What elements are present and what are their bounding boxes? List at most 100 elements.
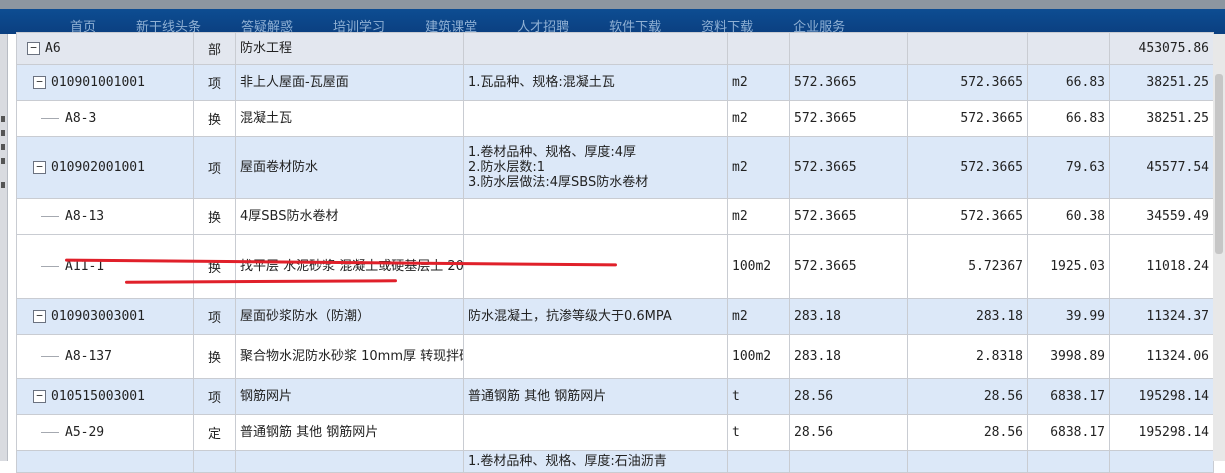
unit-cell[interactable]: m2 — [727, 198, 790, 235]
code-cell[interactable]: A8-13 — [16, 198, 194, 235]
unit-price-cell[interactable] — [1027, 32, 1110, 65]
unit-cell[interactable]: t — [727, 378, 790, 415]
feature-cell[interactable] — [463, 32, 728, 65]
table-row[interactable]: −010515003001 项钢筋网片 普通钢筋 其他 钢筋网片 t 28.56 28.5… — [16, 378, 1214, 415]
unit-price-cell[interactable]: 60.38 — [1027, 198, 1110, 235]
table-row[interactable]: A5-29 定普通钢筋 其他 钢筋网片 t 28.56 28.56 6838.17 1952… — [16, 414, 1214, 451]
unit-price-cell[interactable]: 66.83 — [1027, 100, 1110, 137]
table-row[interactable]: −010903003001 项屋面砂浆防水（防潮） 防水混凝土，抗渗等级大于0.6M… — [16, 298, 1214, 335]
table-row[interactable]: A8-3 换混凝土瓦 m2 572.3665 572.3665 66.83 38251.25 — [16, 100, 1214, 137]
total-price-cell[interactable]: 34559.49 — [1109, 198, 1214, 235]
unit-cell[interactable] — [727, 32, 790, 65]
total-price-cell[interactable]: 195298.14 — [1109, 378, 1214, 415]
name-cell[interactable]: 聚合物水泥防水砂浆 10mm厚 转现拌砂浆 — [235, 334, 464, 379]
type-cell[interactable]: 换 — [193, 100, 236, 137]
name-cell[interactable]: 找平层 水泥砂浆 混凝土或硬基层上 20mm 换为【聚合物防水砂浆】 — [235, 234, 464, 299]
name-cell[interactable]: 屋面砂浆防水（防潮） — [235, 298, 464, 335]
total-price-cell[interactable]: 11018.24 — [1109, 234, 1214, 299]
unit-cell[interactable]: m2 — [727, 136, 790, 199]
code-cell[interactable]: A8-137 — [16, 334, 194, 379]
unit-price-cell[interactable]: 1925.03 — [1027, 234, 1110, 299]
quantity-expression-cell[interactable]: 572.3665 — [789, 100, 908, 137]
type-cell[interactable]: 项 — [193, 378, 236, 415]
quantity-cell[interactable]: 2.8318 — [907, 334, 1028, 379]
quantity-cell[interactable]: 28.56 — [907, 414, 1028, 451]
type-cell[interactable]: 部 — [193, 32, 236, 65]
code-cell[interactable]: −010515003001 — [16, 378, 194, 415]
table-row[interactable]: − A6 部防水工程 453075.86 — [16, 32, 1214, 65]
feature-cell[interactable] — [463, 100, 728, 137]
quantity-expression-cell[interactable]: 28.56 — [789, 378, 908, 415]
unit-price-cell[interactable]: 39.99 — [1027, 298, 1110, 335]
quantity-expression-cell[interactable]: 283.18 — [789, 298, 908, 335]
total-price-cell[interactable] — [1109, 450, 1214, 473]
feature-cell[interactable]: 1.瓦品种、规格:混凝土瓦 — [463, 64, 728, 101]
quantity-cell[interactable]: 572.3665 — [907, 136, 1028, 199]
quantity-cell[interactable]: 572.3665 — [907, 198, 1028, 235]
quantity-cell[interactable]: 5.72367 — [907, 234, 1028, 299]
quantity-cell[interactable] — [907, 450, 1028, 473]
type-cell[interactable]: 项 — [193, 298, 236, 335]
code-cell[interactable] — [16, 450, 194, 473]
name-cell[interactable]: 混凝土瓦 — [235, 100, 464, 137]
feature-cell[interactable] — [463, 198, 728, 235]
table-row[interactable]: −010901001001 项非上人屋面-瓦屋面 1.瓦品种、规格:混凝土瓦 m2 57… — [16, 64, 1214, 101]
feature-cell[interactable] — [463, 234, 728, 299]
quantity-expression-cell[interactable]: 283.18 — [789, 334, 908, 379]
unit-price-cell[interactable]: 66.83 — [1027, 64, 1110, 101]
quantity-expression-cell[interactable]: 572.3665 — [789, 234, 908, 299]
code-cell[interactable]: −010902001001 — [16, 136, 194, 199]
code-cell[interactable]: −010903003001 — [16, 298, 194, 335]
code-cell[interactable]: −010901001001 — [16, 64, 194, 101]
type-cell[interactable]: 换 — [193, 234, 236, 299]
feature-cell[interactable]: 1.卷材品种、规格、厚度:4厚 2.防水层数:1 3.防水层做法:4厚SBS防水卷材 — [463, 136, 728, 199]
quantity-cell[interactable]: 572.3665 — [907, 64, 1028, 101]
code-cell[interactable]: A5-29 — [16, 414, 194, 451]
name-cell[interactable]: 非上人屋面-瓦屋面 — [235, 64, 464, 101]
name-cell[interactable]: 4厚SBS防水卷材 — [235, 198, 464, 235]
feature-cell[interactable]: 普通钢筋 其他 钢筋网片 — [463, 378, 728, 415]
total-price-cell[interactable]: 11324.06 — [1109, 334, 1214, 379]
name-cell[interactable] — [235, 450, 464, 473]
table-row[interactable]: A8-137 换聚合物水泥防水砂浆 10mm厚 转现拌砂浆 100m2 283.18 2… — [16, 334, 1214, 379]
unit-cell[interactable] — [727, 450, 790, 473]
quantity-expression-cell[interactable]: 572.3665 — [789, 64, 908, 101]
unit-cell[interactable]: m2 — [727, 100, 790, 137]
unit-cell[interactable]: 100m2 — [727, 334, 790, 379]
unit-cell[interactable]: t — [727, 414, 790, 451]
unit-price-cell[interactable] — [1027, 450, 1110, 473]
code-cell[interactable]: A8-3 — [16, 100, 194, 137]
quantity-cell[interactable]: 572.3665 — [907, 100, 1028, 137]
collapse-toggle-icon[interactable]: − — [33, 390, 46, 403]
collapse-toggle-icon[interactable]: − — [33, 161, 46, 174]
type-cell[interactable]: 项 — [193, 136, 236, 199]
unit-price-cell[interactable]: 6838.17 — [1027, 414, 1110, 451]
quantity-expression-cell[interactable]: 28.56 — [789, 414, 908, 451]
table-row[interactable]: A11-1换找平层 水泥砂浆 混凝土或硬基层上 20mm 换为【聚合物防水砂浆】… — [16, 234, 1214, 299]
table-row[interactable]: A8-13 换 4厚SBS防水卷材 m2 572.3665 572.3665 60.38 34… — [16, 198, 1214, 235]
type-cell[interactable]: 换 — [193, 198, 236, 235]
name-cell[interactable]: 普通钢筋 其他 钢筋网片 — [235, 414, 464, 451]
type-cell[interactable]: 换 — [193, 334, 236, 379]
quantity-expression-cell[interactable]: 572.3665 — [789, 136, 908, 199]
feature-cell[interactable]: 1.卷材品种、规格、厚度:石油沥青 — [463, 450, 728, 473]
quantity-cell[interactable]: 283.18 — [907, 298, 1028, 335]
total-price-cell[interactable]: 38251.25 — [1109, 100, 1214, 137]
type-cell[interactable]: 项 — [193, 64, 236, 101]
feature-cell[interactable] — [463, 334, 728, 379]
total-price-cell[interactable]: 45577.54 — [1109, 136, 1214, 199]
feature-cell[interactable]: 防水混凝土，抗渗等级大于0.6MPA — [463, 298, 728, 335]
total-price-cell[interactable]: 11324.37 — [1109, 298, 1214, 335]
type-cell[interactable] — [193, 450, 236, 473]
quantity-expression-cell[interactable]: 572.3665 — [789, 198, 908, 235]
collapse-toggle-icon[interactable]: − — [33, 310, 46, 323]
vertical-scrollbar[interactable] — [1213, 34, 1225, 461]
collapse-toggle-icon[interactable]: − — [33, 76, 46, 89]
name-cell[interactable]: 屋面卷材防水 — [235, 136, 464, 199]
name-cell[interactable]: 钢筋网片 — [235, 378, 464, 415]
scrollbar-thumb[interactable] — [1215, 74, 1223, 254]
total-price-cell[interactable]: 38251.25 — [1109, 64, 1214, 101]
code-cell[interactable]: A11-1 — [16, 234, 194, 299]
name-cell[interactable]: 防水工程 — [235, 32, 464, 65]
quantity-cell[interactable]: 28.56 — [907, 378, 1028, 415]
